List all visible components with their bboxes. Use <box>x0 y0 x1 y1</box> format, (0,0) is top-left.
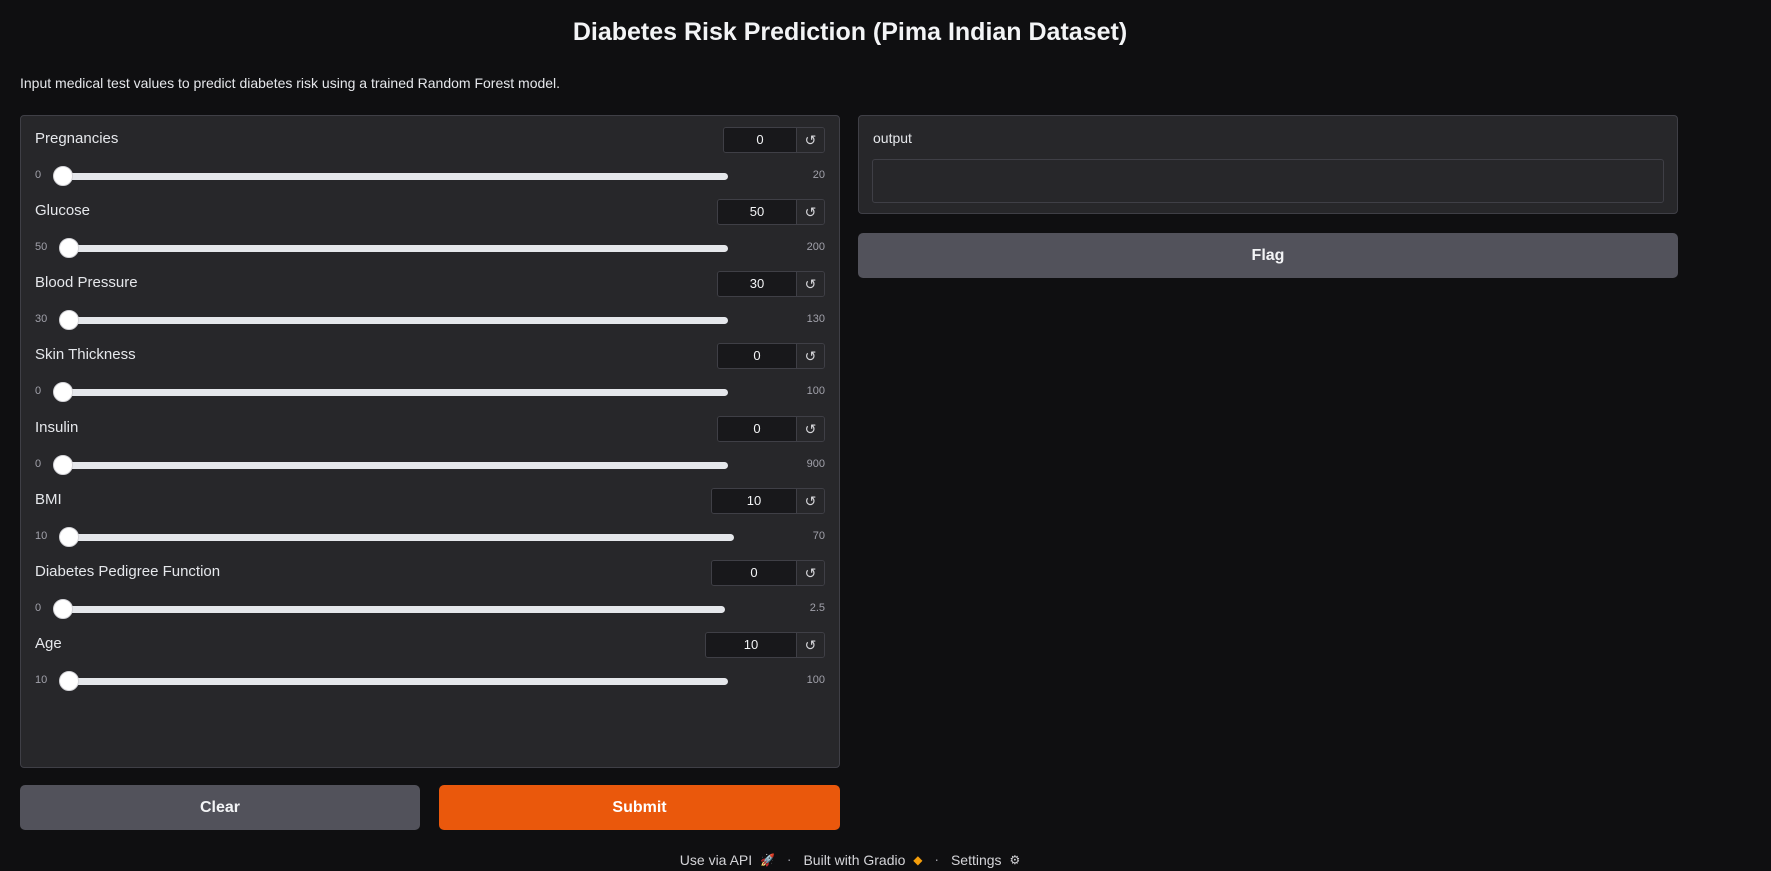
skin-thickness-slider-thumb[interactable] <box>53 382 73 402</box>
bmi-label: BMI <box>35 491 62 508</box>
output-textbox[interactable] <box>872 159 1664 203</box>
blood-pressure-slider-thumb[interactable] <box>59 310 79 330</box>
age-slider[interactable] <box>59 671 728 691</box>
insulin-min: 0 <box>35 458 42 470</box>
blood-pressure-min: 30 <box>35 313 48 325</box>
dpf-number-input[interactable]: 0 <box>712 561 796 585</box>
reset-icon[interactable]: ↺ <box>796 489 824 513</box>
built-with-gradio-text: Built with Gradio <box>803 851 906 868</box>
bmi-number-wrapper: 10 ↺ <box>711 488 825 514</box>
dpf-min: 0 <box>35 602 42 614</box>
reset-icon[interactable]: ↺ <box>796 561 824 585</box>
pregnancies-number-wrapper: 0 ↺ <box>723 127 825 153</box>
gradio-logo-icon: ◆ <box>913 852 923 867</box>
glucose-max: 200 <box>806 241 825 253</box>
pregnancies-max: 20 <box>812 169 825 181</box>
skin-thickness-number-wrapper: 0 ↺ <box>717 343 825 369</box>
skin-thickness-slider[interactable] <box>53 382 728 402</box>
insulin-slider-block: Insulin 0 ↺ 0 900 <box>21 405 839 485</box>
reset-icon[interactable]: ↺ <box>796 417 824 441</box>
insulin-number-input[interactable]: 0 <box>718 417 796 441</box>
insulin-max: 900 <box>806 458 825 470</box>
glucose-slider-thumb[interactable] <box>59 238 79 258</box>
insulin-slider[interactable] <box>53 455 728 475</box>
blood-pressure-number-wrapper: 30 ↺ <box>717 271 825 297</box>
reset-icon[interactable]: ↺ <box>796 128 824 152</box>
age-max: 100 <box>806 674 825 686</box>
blood-pressure-number-input[interactable]: 30 <box>718 272 796 296</box>
rocket-icon: 🚀 <box>760 852 775 867</box>
bmi-max: 70 <box>812 530 825 542</box>
reset-icon[interactable]: ↺ <box>796 272 824 296</box>
age-min: 10 <box>35 674 48 686</box>
skin-thickness-label: Skin Thickness <box>35 346 136 363</box>
dpf-label: Diabetes Pedigree Function <box>35 563 221 580</box>
reset-icon[interactable]: ↺ <box>796 633 824 657</box>
glucose-number-wrapper: 50 ↺ <box>717 199 825 225</box>
bmi-slider[interactable] <box>59 527 734 547</box>
glucose-slider[interactable] <box>59 238 728 258</box>
output-panel: output <box>858 115 1678 214</box>
blood-pressure-slider[interactable] <box>59 310 728 330</box>
glucose-min: 50 <box>35 241 48 253</box>
age-number-input[interactable]: 10 <box>706 633 796 657</box>
pregnancies-slider-thumb[interactable] <box>53 166 73 186</box>
footer: Use via API 🚀 · Built with Gradio ◆ · Se… <box>0 850 1700 868</box>
age-number-wrapper: 10 ↺ <box>705 632 825 658</box>
dpf-slider[interactable] <box>53 599 725 619</box>
dpf-number-wrapper: 0 ↺ <box>711 560 825 586</box>
glucose-number-input[interactable]: 50 <box>718 200 796 224</box>
insulin-label: Insulin <box>35 419 79 436</box>
dpf-max: 2.5 <box>809 602 825 614</box>
pregnancies-label: Pregnancies <box>35 130 119 147</box>
clear-button[interactable]: Clear <box>20 785 420 830</box>
page-description: Input medical test values to predict dia… <box>20 75 561 91</box>
blood-pressure-max: 130 <box>806 313 825 325</box>
glucose-slider-block: Glucose 50 ↺ 50 200 <box>21 188 839 268</box>
pregnancies-slider-block: Pregnancies 0 ↺ 0 20 <box>21 116 839 196</box>
skin-thickness-max: 100 <box>806 385 825 397</box>
flag-button[interactable]: Flag <box>858 233 1678 278</box>
age-label: Age <box>35 635 62 652</box>
built-with-gradio-link[interactable]: Built with Gradio ◆ <box>803 851 922 868</box>
skin-thickness-number-input[interactable]: 0 <box>718 344 796 368</box>
use-via-api-text: Use via API <box>679 851 753 868</box>
submit-button[interactable]: Submit <box>439 785 840 830</box>
pregnancies-number-input[interactable]: 0 <box>724 128 796 152</box>
dpf-slider-thumb[interactable] <box>53 599 73 619</box>
footer-separator: · <box>786 851 792 868</box>
settings-link[interactable]: Settings ⚙ <box>951 851 1020 868</box>
use-via-api-link[interactable]: Use via API 🚀 <box>680 851 775 868</box>
blood-pressure-label: Blood Pressure <box>35 274 138 291</box>
pregnancies-min: 0 <box>35 169 42 181</box>
output-label: output <box>873 130 912 146</box>
insulin-slider-thumb[interactable] <box>53 455 73 475</box>
bmi-slider-thumb[interactable] <box>59 527 79 547</box>
blood-pressure-slider-block: Blood Pressure 30 ↺ 30 130 <box>21 260 839 340</box>
page-title: Diabetes Risk Prediction (Pima Indian Da… <box>572 18 1128 46</box>
age-slider-thumb[interactable] <box>59 671 79 691</box>
settings-text: Settings <box>950 851 1002 868</box>
input-panel: Pregnancies 0 ↺ 0 20 Glucose 50 ↺ 50 200… <box>20 115 840 768</box>
age-slider-block: Age 10 ↺ 10 100 <box>21 621 839 701</box>
reset-icon[interactable]: ↺ <box>796 200 824 224</box>
pregnancies-slider[interactable] <box>53 166 728 186</box>
skin-thickness-min: 0 <box>35 385 42 397</box>
bmi-number-input[interactable]: 10 <box>712 489 796 513</box>
dpf-slider-block: Diabetes Pedigree Function 0 ↺ 0 2.5 <box>21 549 839 629</box>
bmi-min: 10 <box>35 530 48 542</box>
gear-icon: ⚙ <box>1009 852 1021 867</box>
glucose-label: Glucose <box>35 202 91 219</box>
insulin-number-wrapper: 0 ↺ <box>717 416 825 442</box>
footer-separator: · <box>934 851 940 868</box>
bmi-slider-block: BMI 10 ↺ 10 70 <box>21 477 839 557</box>
reset-icon[interactable]: ↺ <box>796 344 824 368</box>
skin-thickness-slider-block: Skin Thickness 0 ↺ 0 100 <box>21 332 839 412</box>
